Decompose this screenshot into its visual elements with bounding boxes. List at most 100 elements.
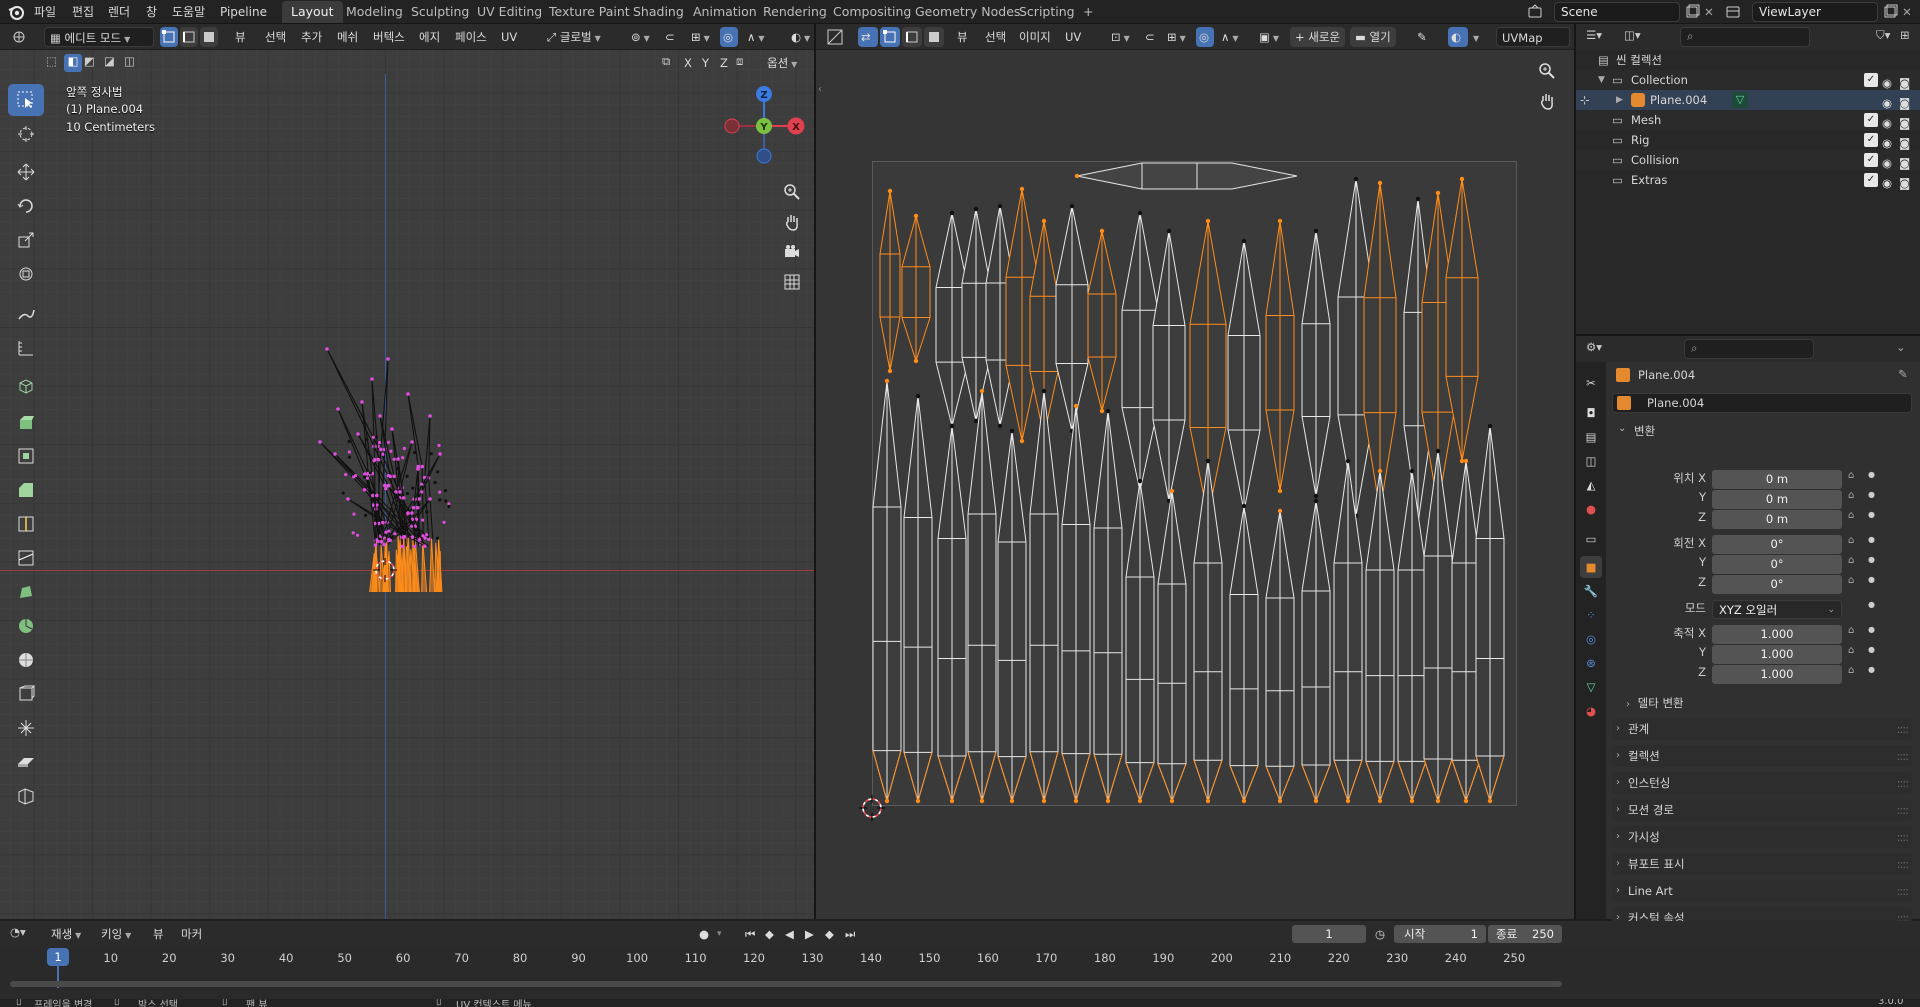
menu-window[interactable]: 창	[142, 3, 161, 21]
tool-poly-build[interactable]	[8, 576, 44, 608]
menu-face[interactable]: 페이스	[450, 27, 492, 47]
drag-handle-icon[interactable]: ::::	[1897, 853, 1909, 875]
menu-add[interactable]: 추가	[296, 27, 327, 47]
eye-icon[interactable]: ◉	[1882, 153, 1896, 170]
new-view-layer-icon[interactable]	[1881, 3, 1899, 21]
keyframe-dot-icon[interactable]: ●	[1868, 600, 1875, 609]
navigation-gizmo[interactable]: Z X Y	[716, 82, 808, 194]
drag-handle-icon[interactable]: ::::	[1897, 718, 1909, 740]
drag-handle-icon[interactable]: ::::	[1897, 799, 1909, 821]
keyframe-dot-icon[interactable]: ●	[1868, 470, 1875, 479]
select-extend-icon[interactable]: ◧	[64, 54, 82, 72]
outliner-search[interactable]: ⌕	[1680, 27, 1810, 47]
sync-selection-icon[interactable]: ⇄	[858, 27, 878, 47]
scale-x-field[interactable]: 1.000	[1712, 625, 1842, 644]
open-image-button[interactable]: ▬ 열기	[1350, 27, 1396, 47]
tab-uv-editing[interactable]: UV Editing	[468, 1, 551, 23]
pin-icon[interactable]: ✎	[1898, 367, 1908, 381]
vertex-select-button[interactable]	[160, 27, 178, 47]
uv-snap-target-icon[interactable]: ⊞ ▼	[1162, 27, 1191, 47]
menu-select[interactable]: 선택	[260, 27, 291, 47]
keyframe-dot-icon[interactable]: ●	[1868, 510, 1875, 519]
select-intersect-icon[interactable]: ◫	[124, 54, 142, 72]
lock-icon[interactable]: ⌂	[1848, 575, 1854, 586]
tool-select-box[interactable]	[8, 84, 44, 116]
menu-file[interactable]: 파일	[30, 3, 60, 21]
tool-knife[interactable]	[8, 542, 44, 574]
menu-help[interactable]: 도움말	[168, 3, 209, 21]
outliner-row-collection[interactable]: ▼ ▭ Collection ✓ ◉ ◙	[1576, 70, 1920, 90]
section-viewport-display[interactable]: › 뷰포트 표시::::	[1612, 853, 1912, 875]
camera-render-icon[interactable]: ◙	[1899, 153, 1913, 170]
delete-view-layer-icon[interactable]: ✕	[1898, 3, 1916, 21]
menu-view[interactable]: 뷰	[230, 27, 251, 47]
drag-handle-icon[interactable]: ::::	[1897, 772, 1909, 794]
uv-menu-image[interactable]: 이미지	[1014, 27, 1056, 47]
menu-render[interactable]: 렌더	[104, 3, 134, 21]
lock-icon[interactable]: ⌂	[1848, 555, 1854, 566]
rotation-z-field[interactable]: 0°	[1712, 575, 1842, 594]
edit-mode-icon[interactable]: ⊹	[1580, 90, 1590, 110]
timeline-scrollbar[interactable]	[10, 981, 1562, 987]
mirror-x-button[interactable]: X	[680, 54, 696, 72]
rotation-y-field[interactable]: 0°	[1712, 555, 1842, 574]
tab-layout[interactable]: Layout	[282, 1, 343, 23]
tool-add-cube[interactable]	[8, 370, 44, 402]
uv-cursor-icon[interactable]	[858, 794, 886, 822]
outliner-row-plane[interactable]: ⊹ ▶ Plane.004 ▽ ◉ ◙	[1576, 90, 1920, 110]
editor-type-properties-icon[interactable]: ⚙▾	[1586, 340, 1604, 358]
menu-mesh[interactable]: 메쉬	[332, 27, 363, 47]
outliner-row-scene-collection[interactable]: ▤ 씬 컬렉션	[1576, 50, 1920, 70]
tool-cursor[interactable]	[8, 118, 44, 150]
scene-tab-icon[interactable]: ◭	[1580, 474, 1602, 496]
uv-sidebar-toggle-icon[interactable]: ‹	[818, 84, 822, 95]
camera-render-icon[interactable]: ◙	[1899, 93, 1913, 110]
camera-render-icon[interactable]: ◙	[1899, 173, 1913, 190]
delete-scene-icon[interactable]: ✕	[1700, 3, 1718, 21]
tool-transform[interactable]	[8, 258, 44, 290]
mirror-y-button[interactable]: Y	[698, 54, 714, 72]
tool-scale[interactable]	[8, 224, 44, 256]
lock-icon[interactable]: ⌂	[1848, 510, 1854, 521]
keyframe-dot-icon[interactable]: ●	[1868, 665, 1875, 674]
camera-render-icon[interactable]: ◙	[1899, 73, 1913, 90]
drag-handle-icon[interactable]: ::::	[1897, 745, 1909, 767]
uv-snap-icon[interactable]: ⊂	[1140, 27, 1160, 47]
add-workspace-button[interactable]: +	[1074, 1, 1102, 23]
mode-dropdown[interactable]: ▦ 에디트 모드 ▼	[44, 27, 154, 47]
section-visibility[interactable]: › 가시성::::	[1612, 826, 1912, 848]
eye-icon[interactable]: ◉	[1882, 93, 1896, 110]
new-image-button[interactable]: + 새로운	[1290, 27, 1346, 47]
new-collection-icon[interactable]: ⊞	[1900, 28, 1918, 46]
uv-menu-uv[interactable]: UV	[1060, 27, 1086, 47]
timeline-ruler[interactable]: 1102030405060708090100110120130140150160…	[0, 921, 1920, 973]
drag-handle-icon[interactable]: ::::	[1897, 880, 1909, 902]
view-layer-selector[interactable]: ViewLayer	[1752, 2, 1878, 22]
scene-selector[interactable]: Scene	[1554, 2, 1680, 22]
uv-menu-view[interactable]: 뷰	[952, 27, 973, 47]
tool-tab-icon[interactable]: ✂	[1580, 372, 1602, 394]
chevron-down-icon[interactable]: ⌄	[1896, 340, 1914, 358]
lock-icon[interactable]: ⌂	[1848, 665, 1854, 676]
rotation-x-field[interactable]: 0°	[1712, 535, 1842, 554]
tool-shear[interactable]	[8, 746, 44, 778]
location-x-field[interactable]: 0 m	[1712, 470, 1842, 489]
tool-smooth[interactable]	[8, 644, 44, 676]
select-subtract-icon[interactable]: ◩	[84, 54, 102, 72]
include-checkbox[interactable]: ✓	[1864, 113, 1878, 127]
tool-extrude[interactable]	[8, 406, 44, 438]
image-browse-icon[interactable]: ▣ ▼	[1254, 27, 1284, 47]
pin-icon[interactable]: ✎	[1412, 27, 1432, 47]
eye-icon[interactable]: ◉	[1882, 173, 1896, 190]
scale-z-field[interactable]: 1.000	[1712, 665, 1842, 684]
rotation-mode-dropdown[interactable]: XYZ 오일러 ⌄	[1712, 600, 1842, 619]
tool-annotate[interactable]	[8, 298, 44, 330]
perspective-toggle-button[interactable]	[779, 269, 805, 295]
world-tab-icon[interactable]: ●	[1580, 498, 1602, 520]
outliner-row-extras[interactable]: ▭ Extras ✓ ◉ ◙	[1576, 170, 1920, 190]
mesh-data-icon[interactable]: ▽	[1732, 92, 1748, 108]
lock-icon[interactable]: ⌂	[1848, 535, 1854, 546]
section-motion-paths[interactable]: › 모션 경로::::	[1612, 799, 1912, 821]
tab-shading[interactable]: Shading	[624, 1, 693, 23]
properties-search[interactable]: ⌕	[1684, 339, 1814, 359]
